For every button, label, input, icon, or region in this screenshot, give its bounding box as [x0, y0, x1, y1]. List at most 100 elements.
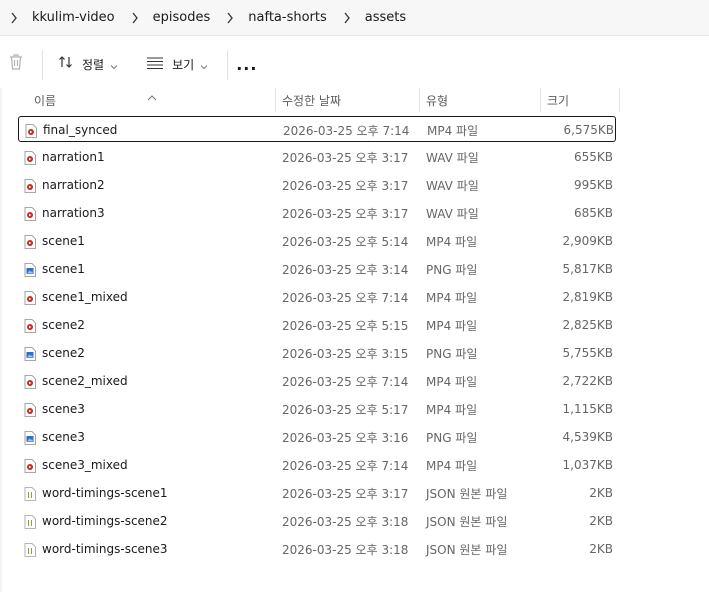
file-row[interactable]: scene2_mixed 2026-03-25 오후 7:14 MP4 파일 2,72… — [18, 368, 616, 394]
file-type: WAV 파일 — [426, 206, 479, 221]
file-row[interactable]: scene3_mixed 2026-03-25 오후 7:14 MP4 파일 1,03… — [18, 452, 616, 478]
file-type: PNG 파일 — [426, 262, 478, 277]
column-header-type-label: 유형 — [426, 93, 449, 108]
file-name: scene2 — [42, 346, 85, 360]
view-label: 보기 — [172, 57, 195, 72]
file-size: 685KB — [573, 206, 613, 220]
file-type: MP4 파일 — [426, 290, 478, 305]
file-type: PNG 파일 — [426, 346, 478, 361]
file-date: 2026-03-25 오후 3:15 — [282, 346, 409, 361]
json-file-icon — [24, 542, 36, 557]
file-size: 5,817KB — [562, 262, 613, 276]
chevron-down-icon — [110, 55, 118, 74]
toolbar-separator — [227, 50, 228, 80]
column-header-date[interactable]: 수정한 날짜 — [276, 88, 419, 112]
file-name: scene2 — [42, 318, 85, 332]
file-row[interactable]: scene1 2026-03-25 오후 3:14 PNG 파일 5,817KB — [18, 256, 616, 282]
file-date: 2026-03-25 오후 3:17 — [282, 178, 409, 193]
sort-ascending-icon — [147, 86, 157, 105]
file-name: narration3 — [42, 206, 105, 220]
file-type: MP4 파일 — [426, 318, 478, 333]
file-row[interactable]: scene2 2026-03-25 오후 5:15 MP4 파일 2,825KB — [18, 312, 616, 338]
breadcrumb-item-kkulim-video[interactable]: kkulim-video — [32, 10, 115, 25]
list-view-icon — [146, 55, 164, 74]
file-row[interactable]: final_synced 2026-03-25 오후 7:14 MP4 파일 6,57… — [18, 116, 616, 142]
file-type: PNG 파일 — [426, 430, 478, 445]
file-size: 1,037KB — [562, 458, 613, 472]
command-bar: 정렬 보기 ... — [0, 40, 709, 88]
file-size: 995KB — [573, 178, 613, 192]
breadcrumb-item-nafta-shorts[interactable]: nafta-shorts — [248, 10, 327, 25]
file-type: MP4 파일 — [426, 402, 478, 417]
file-size: 2,825KB — [562, 318, 613, 332]
file-row[interactable]: scene1 2026-03-25 오후 5:14 MP4 파일 2,909KB — [18, 228, 616, 254]
file-type: JSON 원본 파일 — [426, 542, 508, 557]
file-name: scene1 — [42, 234, 85, 248]
breadcrumb-item-assets[interactable]: assets — [365, 10, 406, 25]
file-row[interactable]: scene3 2026-03-25 오후 5:17 MP4 파일 1,115KB — [18, 396, 616, 422]
file-date: 2026-03-25 오후 7:14 — [282, 374, 409, 389]
file-name: scene3 — [42, 402, 85, 416]
file-date: 2026-03-25 오후 7:14 — [283, 123, 410, 138]
chevron-right-icon[interactable] — [224, 10, 236, 26]
file-size: 2KB — [589, 514, 613, 528]
column-header-type[interactable]: 유형 — [420, 88, 540, 112]
trash-icon — [8, 53, 24, 75]
file-date: 2026-03-25 오후 5:17 — [282, 402, 409, 417]
chevron-right-icon[interactable] — [341, 10, 353, 26]
delete-button[interactable] — [8, 48, 24, 80]
file-size: 1,115KB — [562, 402, 613, 416]
file-row[interactable]: scene2 2026-03-25 오후 3:15 PNG 파일 5,755KB — [18, 340, 616, 366]
file-type: MP4 파일 — [426, 458, 478, 473]
column-header: 이름 수정한 날짜 유형 크기 — [0, 88, 709, 112]
json-file-icon — [24, 486, 36, 501]
video-file-icon — [24, 234, 36, 249]
file-row[interactable]: narration2 2026-03-25 오후 3:17 WAV 파일 995KB — [18, 172, 616, 198]
file-row[interactable]: word-timings-scene2 2026-03-25 오후 3:18 JSO… — [18, 508, 616, 534]
file-name: scene1 — [42, 262, 85, 276]
video-file-icon — [25, 123, 37, 138]
file-name: scene3 — [42, 430, 85, 444]
column-header-size-label: 크기 — [547, 93, 570, 108]
toolbar-separator — [42, 50, 43, 80]
file-row[interactable]: word-timings-scene1 2026-03-25 오후 3:17 JSO… — [18, 480, 616, 506]
file-name: scene2_mixed — [42, 374, 128, 388]
file-type: WAV 파일 — [426, 150, 479, 165]
column-header-size[interactable]: 크기 — [541, 88, 619, 112]
file-date: 2026-03-25 오후 3:17 — [282, 206, 409, 221]
column-divider[interactable] — [619, 88, 620, 112]
file-size: 5,755KB — [562, 346, 613, 360]
view-button[interactable]: 보기 — [146, 48, 208, 80]
file-date: 2026-03-25 오후 3:17 — [282, 150, 409, 165]
file-row[interactable]: word-timings-scene3 2026-03-25 오후 3:18 JSO… — [18, 536, 616, 562]
file-size: 4,539KB — [562, 430, 613, 444]
file-size: 2,819KB — [562, 290, 613, 304]
file-name: scene3_mixed — [42, 458, 128, 472]
video-file-icon — [24, 374, 36, 389]
sort-arrows-icon — [58, 54, 74, 74]
json-file-icon — [24, 514, 36, 529]
file-row[interactable]: scene1_mixed 2026-03-25 오후 7:14 MP4 파일 2,81… — [18, 284, 616, 310]
file-date: 2026-03-25 오후 5:14 — [282, 234, 409, 249]
more-options-button[interactable]: ... — [236, 48, 257, 80]
file-size: 2KB — [589, 542, 613, 556]
file-date: 2026-03-25 오후 7:14 — [282, 290, 409, 305]
file-row[interactable]: narration1 2026-03-25 오후 3:17 WAV 파일 655KB — [18, 144, 616, 170]
file-row[interactable]: scene3 2026-03-25 오후 3:16 PNG 파일 4,539KB — [18, 424, 616, 450]
video-file-icon — [24, 290, 36, 305]
file-size: 2KB — [589, 486, 613, 500]
column-header-name-label: 이름 — [34, 93, 57, 108]
chevron-right-icon[interactable] — [8, 10, 20, 26]
file-size: 6,575KB — [563, 123, 614, 137]
file-type: WAV 파일 — [426, 178, 479, 193]
video-file-icon — [24, 150, 36, 165]
chevron-right-icon[interactable] — [129, 10, 141, 26]
file-row[interactable]: narration3 2026-03-25 오후 3:17 WAV 파일 685KB — [18, 200, 616, 226]
breadcrumb-item-episodes[interactable]: episodes — [153, 10, 211, 25]
file-name: narration1 — [42, 150, 105, 164]
sort-button[interactable]: 정렬 — [58, 48, 118, 80]
file-name: final_synced — [43, 123, 118, 137]
file-type: JSON 원본 파일 — [426, 514, 508, 529]
file-size: 2,909KB — [562, 234, 613, 248]
file-date: 2026-03-25 오후 3:17 — [282, 486, 409, 501]
